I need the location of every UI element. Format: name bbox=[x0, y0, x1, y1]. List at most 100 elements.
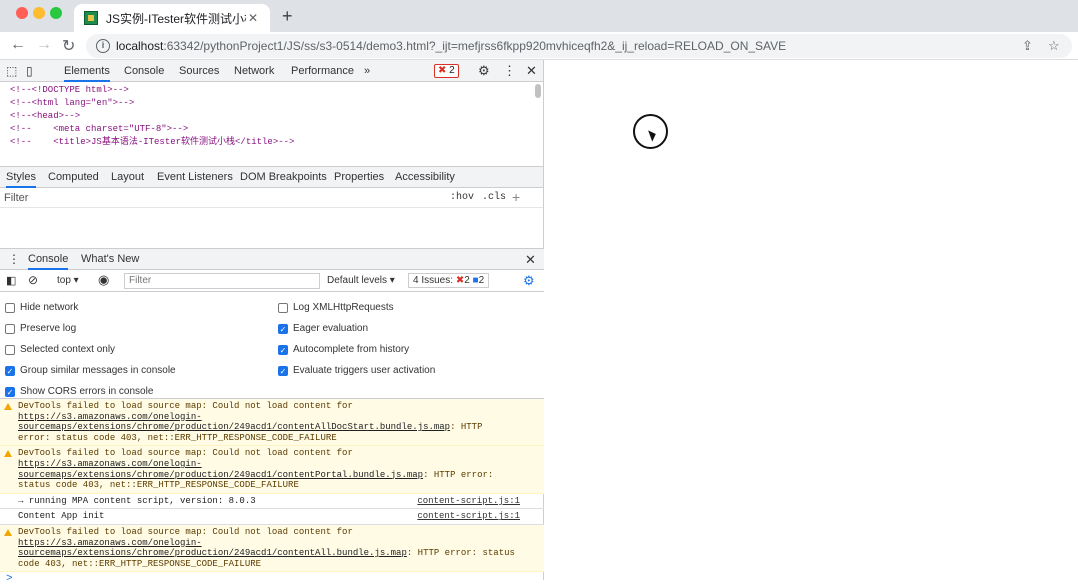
console-log: Content App init content-script.js:1 bbox=[0, 509, 544, 525]
drawer-menu-icon[interactable]: ⋮ bbox=[8, 252, 20, 266]
console-warning: DevTools failed to load source map: Coul… bbox=[0, 446, 544, 494]
warning-icon bbox=[4, 528, 12, 536]
show-cors-checkbox[interactable]: ✓ Show CORS errors in console bbox=[5, 386, 153, 397]
dom-line[interactable]: <!--<head>--> bbox=[10, 110, 543, 123]
tab-sources[interactable]: Sources bbox=[179, 65, 219, 77]
new-tab-button[interactable]: + bbox=[282, 6, 293, 27]
checkbox-label: Evaluate triggers user activation bbox=[293, 365, 436, 376]
tab-accessibility[interactable]: Accessibility bbox=[395, 171, 455, 183]
tab-computed[interactable]: Computed bbox=[48, 171, 99, 183]
checkbox-box[interactable]: ✓ bbox=[5, 365, 15, 376]
log-xhr-checkbox[interactable]: Log XMLHttpRequests bbox=[278, 302, 394, 313]
message-link[interactable]: https://s3.amazonaws.com/onelogin-source… bbox=[18, 538, 407, 559]
group-similar-checkbox[interactable]: ✓ Group similar messages in console bbox=[5, 365, 176, 376]
styles-filter-input[interactable]: Filter bbox=[4, 192, 28, 204]
tab-styles[interactable]: Styles bbox=[6, 171, 36, 188]
styles-filter-bar: Filter :hov .cls + bbox=[0, 188, 543, 208]
preserve-log-checkbox[interactable]: Preserve log bbox=[5, 323, 76, 334]
warning-icon bbox=[4, 450, 12, 458]
inspect-element-icon[interactable]: ⬚ bbox=[6, 64, 17, 78]
close-devtools-icon[interactable]: ✕ bbox=[526, 63, 537, 79]
gear-icon[interactable]: ⚙ bbox=[478, 63, 490, 79]
forward-icon[interactable]: → bbox=[36, 36, 52, 54]
issue-error-icon: ✖ bbox=[455, 275, 465, 286]
checkbox-box[interactable] bbox=[5, 302, 15, 313]
dom-line[interactable]: <!-- <meta charset="UTF-8">--> bbox=[10, 123, 543, 136]
source-link[interactable]: content-script.js:1 bbox=[417, 496, 520, 507]
url-host: localhost bbox=[116, 39, 164, 53]
device-toolbar-icon[interactable]: ▯ bbox=[26, 64, 33, 78]
url-path: :63342/pythonProject1/JS/ss/s3-0514/demo… bbox=[163, 39, 787, 53]
console-settings-gear-icon[interactable]: ⚙ bbox=[523, 273, 535, 289]
dom-tree[interactable]: <!--<!DOCTYPE html>--> <!--<html lang="e… bbox=[0, 82, 543, 166]
checkbox-box[interactable]: ✓ bbox=[278, 344, 288, 355]
console-drawer: ⋮ Console What's New ✕ ◧ ⊘ top ▾ ◉ Filte… bbox=[0, 248, 544, 585]
checkbox-label: Hide network bbox=[20, 302, 79, 313]
checkbox-box[interactable]: ✓ bbox=[278, 365, 288, 376]
clear-console-icon[interactable]: ⊘ bbox=[28, 273, 38, 287]
tab-layout[interactable]: Layout bbox=[111, 171, 144, 183]
close-window-button[interactable] bbox=[16, 7, 28, 19]
message-link[interactable]: https://s3.amazonaws.com/onelogin-source… bbox=[18, 459, 423, 480]
checkbox-box[interactable] bbox=[5, 344, 15, 355]
reload-icon[interactable]: ↻ bbox=[62, 36, 75, 56]
page-viewport[interactable] bbox=[545, 60, 1078, 580]
checkbox-label: Preserve log bbox=[20, 323, 77, 334]
checkbox-box[interactable]: ✓ bbox=[5, 386, 15, 397]
message-text: DevTools failed to load source map: Coul… bbox=[18, 401, 353, 411]
back-icon[interactable]: ← bbox=[10, 36, 26, 54]
checkbox-box[interactable] bbox=[5, 323, 15, 334]
tab-properties[interactable]: Properties bbox=[334, 171, 384, 183]
dom-line[interactable]: <!--<!DOCTYPE html>--> bbox=[10, 84, 543, 97]
devtools-tabbar: ⬚ ▯ Elements Console Sources Network Per… bbox=[0, 60, 543, 82]
autocomplete-checkbox[interactable]: ✓ Autocomplete from history bbox=[278, 344, 409, 355]
checkbox-box[interactable] bbox=[278, 302, 288, 313]
tab-event-listeners[interactable]: Event Listeners bbox=[157, 171, 233, 183]
hov-toggle[interactable]: :hov bbox=[450, 192, 474, 203]
tab-dom-breakpoints[interactable]: DOM Breakpoints bbox=[240, 171, 327, 183]
message-text: DevTools failed to load source map: Coul… bbox=[18, 448, 353, 459]
browser-tab[interactable]: JS实例-ITester软件测试小栈 ✕ bbox=[74, 4, 270, 32]
drawer-tab-whats-new[interactable]: What's New bbox=[81, 253, 139, 265]
bookmark-star-icon[interactable]: ☆ bbox=[1048, 38, 1060, 54]
checkbox-label: Selected context only bbox=[20, 344, 116, 355]
hide-network-checkbox[interactable]: Hide network bbox=[5, 302, 78, 313]
sidebar-toggle-icon[interactable]: ◧ bbox=[6, 274, 16, 287]
new-rule-icon[interactable]: + bbox=[512, 189, 520, 205]
tab-console[interactable]: Console bbox=[124, 65, 164, 77]
minimize-window-button[interactable] bbox=[33, 7, 45, 19]
context-selector[interactable]: top ▾ bbox=[57, 275, 79, 286]
console-filter-input[interactable]: Filter bbox=[124, 273, 320, 289]
eager-eval-checkbox[interactable]: ✓ Eager evaluation bbox=[278, 323, 368, 334]
url-text[interactable]: localhost:63342/pythonProject1/JS/ss/s3-… bbox=[116, 39, 786, 53]
console-toolbar: ◧ ⊘ top ▾ ◉ Filter Default levels ▾ 4 Is… bbox=[0, 270, 544, 292]
cls-toggle[interactable]: .cls bbox=[482, 192, 506, 203]
source-link[interactable]: content-script.js:1 bbox=[417, 511, 520, 522]
site-info-icon[interactable]: i bbox=[96, 39, 110, 53]
browser-toolbar: ← → ↻ i localhost:63342/pythonProject1/J… bbox=[0, 32, 1078, 60]
close-drawer-icon[interactable]: ✕ bbox=[525, 252, 536, 268]
close-tab-icon[interactable]: ✕ bbox=[246, 11, 260, 25]
message-link[interactable]: https://s3.amazonaws.com/onelogin-source… bbox=[18, 412, 450, 433]
dom-line[interactable]: <!--<html lang="en">--> bbox=[10, 97, 543, 110]
log-levels-dropdown[interactable]: Default levels ▾ bbox=[327, 275, 395, 286]
tab-performance[interactable]: Performance bbox=[291, 65, 354, 77]
error-count-badge[interactable]: ✖ 2 bbox=[434, 64, 459, 78]
tab-network[interactable]: Network bbox=[234, 65, 274, 77]
error-icon: ✖ bbox=[438, 65, 447, 76]
eye-icon[interactable]: ◉ bbox=[98, 272, 109, 288]
checkbox-box[interactable]: ✓ bbox=[278, 323, 288, 334]
eval-triggers-checkbox[interactable]: ✓ Evaluate triggers user activation bbox=[278, 365, 435, 376]
share-icon[interactable]: ⇪ bbox=[1022, 38, 1033, 54]
more-tabs-icon[interactable]: » bbox=[364, 65, 370, 77]
drawer-tab-console[interactable]: Console bbox=[28, 253, 69, 270]
address-bar[interactable]: i localhost:63342/pythonProject1/JS/ss/s… bbox=[86, 34, 1072, 58]
issues-button[interactable]: 4 Issues: ✖2 ■2 bbox=[408, 273, 490, 288]
selected-context-checkbox[interactable]: Selected context only bbox=[5, 344, 115, 355]
kebab-menu-icon[interactable]: ⋮ bbox=[503, 63, 516, 79]
dom-scrollbar[interactable] bbox=[535, 84, 541, 98]
tab-elements[interactable]: Elements bbox=[64, 65, 110, 82]
zoom-window-button[interactable] bbox=[50, 7, 62, 19]
dom-line[interactable]: <!-- <title>JS基本语法-ITester软件测试小栈</title>… bbox=[10, 136, 543, 149]
issues-label: 4 Issues: bbox=[413, 275, 454, 286]
